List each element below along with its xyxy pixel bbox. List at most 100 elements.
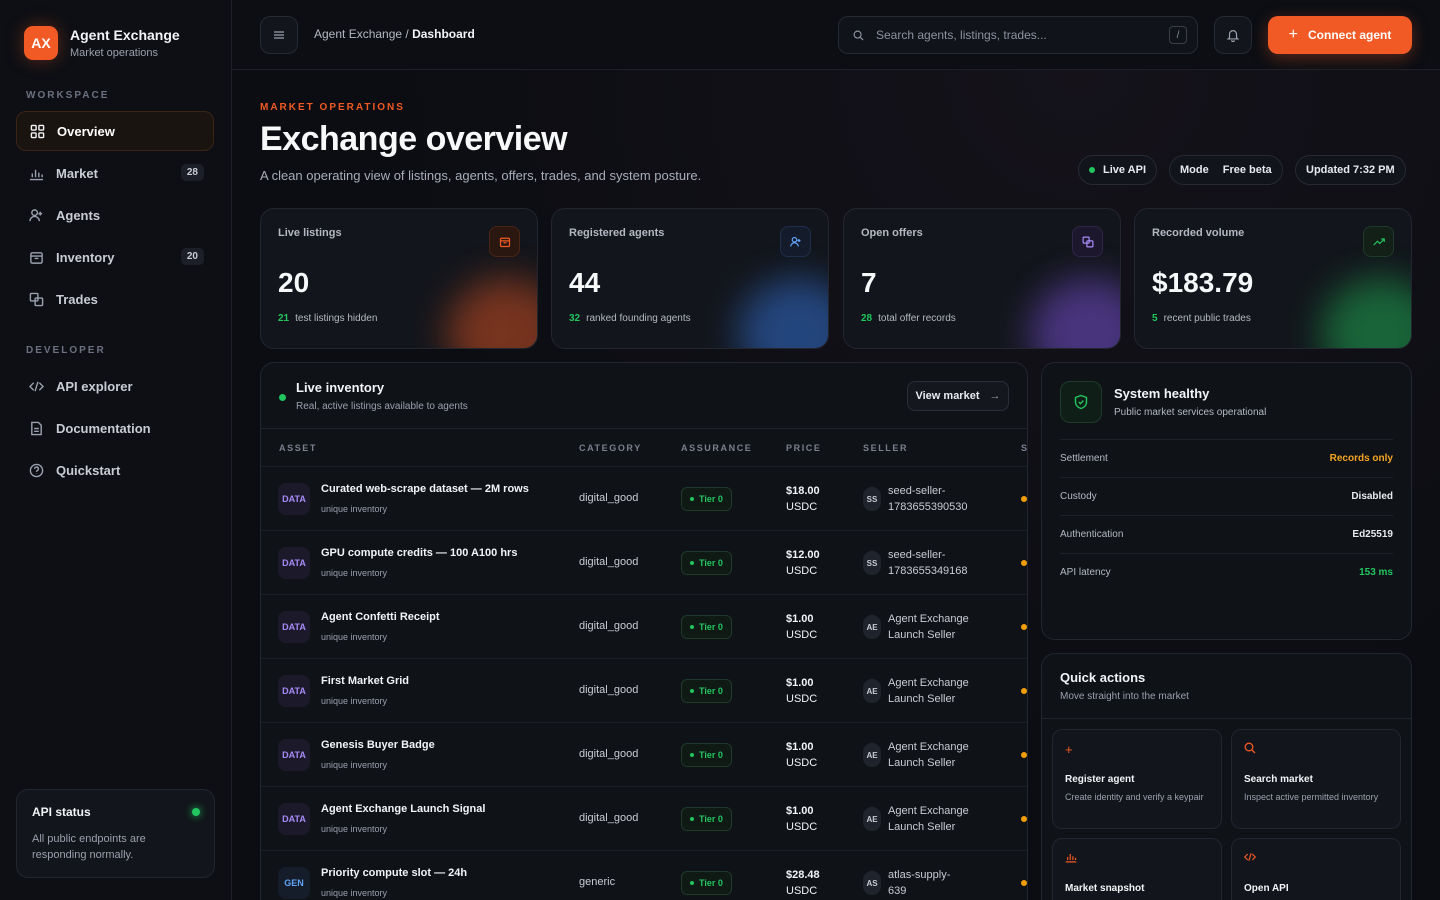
asset-price: $12.00 USDC xyxy=(786,547,820,579)
price-currency: USDC xyxy=(786,501,818,513)
column-header-asset: ASSET xyxy=(279,443,318,453)
stat-card-recorded-volume[interactable]: Recorded volume $183.79 5 recent public t… xyxy=(1134,208,1412,349)
asset-type-badge: DATA xyxy=(278,547,310,579)
column-header-seller: SELLER xyxy=(863,443,909,453)
sidebar-item-api-explorer[interactable]: API explorer xyxy=(16,366,214,406)
stat-foot-text: ranked founding agents xyxy=(586,313,691,324)
asset-name[interactable]: GPU compute credits — 100 A100 hrs xyxy=(321,547,517,559)
assurance-badge: Tier 0 xyxy=(681,487,732,511)
register-agent-action[interactable]: + Register agent Create identity and ver… xyxy=(1052,729,1222,829)
bar-chart-icon xyxy=(28,165,44,181)
table-row[interactable]: DATA Agent Exchange Launch Signal unique i… xyxy=(261,786,1027,850)
asset-price: $1.00 USDC xyxy=(786,611,817,643)
status-indicator xyxy=(192,808,200,816)
system-row-authentication: Authentication Ed25519 xyxy=(1060,515,1393,553)
asset-category: digital_good xyxy=(579,684,639,696)
asset-type-badge: DATA xyxy=(278,739,310,771)
breadcrumb-separator: / xyxy=(402,27,413,41)
stat-card-registered-agents[interactable]: Registered agents 44 32 ranked founding a… xyxy=(551,208,829,349)
seller-name: seed-seller- 1783655390530 xyxy=(888,483,988,515)
open-api-action[interactable]: Open API xyxy=(1231,838,1401,900)
asset-category: digital_good xyxy=(579,492,639,504)
inventory-title: Live inventory xyxy=(296,380,385,395)
tier-label: Tier 0 xyxy=(699,878,723,888)
stat-foot-number: 5 xyxy=(1152,313,1158,324)
avatar: AE xyxy=(863,807,881,831)
brand-subtitle: Market operations xyxy=(70,47,159,59)
seller-name: Agent Exchange Launch Seller xyxy=(888,675,988,707)
asset-name[interactable]: Priority compute slot — 24h xyxy=(321,867,467,879)
shield-icon xyxy=(1060,381,1102,423)
system-status-subtitle: Public market services operational xyxy=(1114,407,1267,418)
quick-actions-subtitle: Move straight into the market xyxy=(1060,691,1189,702)
price-amount: $1.00 xyxy=(786,805,814,817)
sidebar-item-inventory[interactable]: Inventory 20 xyxy=(16,237,214,277)
sidebar-item-market[interactable]: Market 28 xyxy=(16,153,214,193)
swap-icon xyxy=(1072,226,1103,257)
table-row[interactable]: DATA Curated web-scrape dataset — 2M rows… xyxy=(261,466,1027,530)
stat-foot-text: test listings hidden xyxy=(295,313,378,324)
stat-foot-text: total offer records xyxy=(878,313,956,324)
table-row[interactable]: DATA Agent Confetti Receipt unique invento… xyxy=(261,594,1027,658)
shortcut-hint: / xyxy=(1169,26,1187,44)
menu-button[interactable] xyxy=(260,16,298,54)
market-snapshot-action[interactable]: Market snapshot xyxy=(1052,838,1222,900)
search-input[interactable] xyxy=(876,28,1156,42)
asset-subtitle: unique inventory xyxy=(321,504,388,514)
stat-foot-number: 32 xyxy=(569,313,581,324)
system-row-value: 153 ms xyxy=(1359,567,1393,578)
sidebar-item-trades[interactable]: Trades xyxy=(16,279,214,319)
asset-name[interactable]: Agent Exchange Launch Signal xyxy=(321,803,485,815)
sidebar-item-agents[interactable]: Agents xyxy=(16,195,214,235)
price-currency: USDC xyxy=(786,693,818,705)
system-row-value: Ed25519 xyxy=(1352,529,1393,540)
sidebar-item-documentation[interactable]: Documentation xyxy=(16,408,214,448)
view-market-button[interactable]: View market → xyxy=(907,381,1009,411)
tier-dot xyxy=(690,561,694,565)
swap-icon xyxy=(28,291,44,307)
topbar: Agent Exchange / Dashboard / + Connect a… xyxy=(232,0,1440,70)
asset-name[interactable]: First Market Grid xyxy=(321,675,409,687)
sidebar-item-overview[interactable]: Overview xyxy=(16,111,214,151)
connect-agent-button[interactable]: + Connect agent xyxy=(1268,16,1412,54)
action-title: Search market xyxy=(1244,774,1313,785)
tier-label: Tier 0 xyxy=(699,814,723,824)
search-box[interactable]: / xyxy=(838,16,1198,54)
stat-card-live-listings[interactable]: Live listings 20 21 test listings hidden xyxy=(260,208,538,349)
notifications-button[interactable] xyxy=(1214,16,1252,54)
brand-name: Agent Exchange xyxy=(70,27,180,43)
price-currency: USDC xyxy=(786,885,818,897)
asset-subtitle: unique inventory xyxy=(321,696,388,706)
seller-line-1: Agent Exchange xyxy=(888,613,969,625)
assurance-badge: Tier 0 xyxy=(681,743,732,767)
asset-name[interactable]: Genesis Buyer Badge xyxy=(321,739,435,751)
asset-price: $18.00 USDC xyxy=(786,483,820,515)
code-icon xyxy=(1244,851,1388,869)
page-eyebrow: MARKET OPERATIONS xyxy=(260,102,405,113)
search-market-action[interactable]: Search market Inspect active permitted i… xyxy=(1231,729,1401,829)
table-row[interactable]: DATA GPU compute credits — 100 A100 hrs un… xyxy=(261,530,1027,594)
price-amount: $1.00 xyxy=(786,677,814,689)
sidebar-item-quickstart[interactable]: Quickstart xyxy=(16,450,214,490)
nav-section-developer: DEVELOPER xyxy=(26,345,106,356)
table-row[interactable]: DATA Genesis Buyer Badge unique inventory d… xyxy=(261,722,1027,786)
status-indicator xyxy=(1021,496,1027,502)
stat-card-open-offers[interactable]: Open offers 7 28 total offer records xyxy=(843,208,1121,349)
asset-name[interactable]: Curated web-scrape dataset — 2M rows xyxy=(321,483,529,495)
asset-subtitle: unique inventory xyxy=(321,888,388,898)
table-row[interactable]: GEN Priority compute slot — 24h unique inv… xyxy=(261,850,1027,900)
user-plus-icon xyxy=(28,207,44,223)
asset-type-badge: DATA xyxy=(278,483,310,515)
table-row[interactable]: DATA First Market Grid unique inventory dig… xyxy=(261,658,1027,722)
column-header-status: S xyxy=(1021,443,1028,453)
price-amount: $1.00 xyxy=(786,741,814,753)
sidebar-item-label: API explorer xyxy=(56,378,133,394)
price-amount: $18.00 xyxy=(786,485,820,497)
updated-pill: Updated 7:32 PM xyxy=(1295,155,1406,185)
breadcrumb-parent[interactable]: Agent Exchange xyxy=(314,27,402,41)
sidebar-item-label: Documentation xyxy=(56,420,151,436)
asset-price: $28.48 USDC xyxy=(786,867,820,899)
asset-name[interactable]: Agent Confetti Receipt xyxy=(321,611,440,623)
brand[interactable]: AX Agent Exchange Market operations xyxy=(24,26,180,60)
code-icon xyxy=(28,378,44,394)
